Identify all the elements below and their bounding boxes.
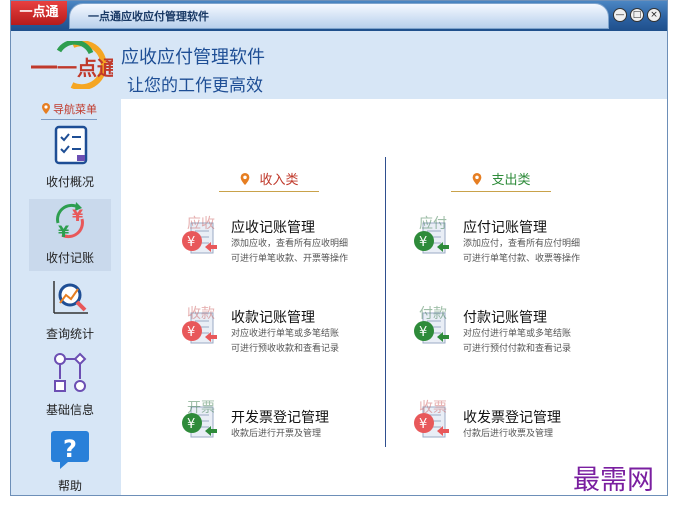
sidebar-item-label: 基础信息: [45, 403, 94, 417]
app-logo: 一点通: [31, 41, 113, 89]
window-title-tab: 一点通应收应付管理软件: [69, 3, 609, 29]
income-category-header: 收入类: [219, 169, 319, 192]
invoice-issue-title: 开发票登记管理: [231, 410, 329, 426]
svg-text:¥: ¥: [419, 417, 427, 432]
payable-watermark-text: 应付: [419, 216, 447, 232]
expense-category-header: 支出类: [451, 169, 551, 192]
sidebar-item-label: 帮助: [57, 479, 82, 493]
receivable-entry-button[interactable]: ¥ 应收 应收记账管理 添加应收，查看所有应收明细 可进行单笔收款、开票等操作: [179, 216, 389, 269]
sidebar-item-label: 收付记账: [45, 251, 94, 265]
svg-text:¥: ¥: [187, 417, 195, 432]
site-watermark: 最需网: [573, 465, 654, 496]
payable-title: 应付记账管理: [463, 220, 547, 236]
maximize-button[interactable]: □: [630, 8, 644, 22]
window-controls: — □ ×: [613, 8, 661, 22]
payment-watermark-text: 付款: [419, 306, 447, 322]
chart-magnifier-icon: [53, 281, 88, 314]
payable-entry-button[interactable]: ¥ 应付 应付记账管理 添加应付，查看所有应付明细 可进行单笔付款、收票等操作: [411, 216, 621, 269]
receivable-title: 应收记账管理: [231, 220, 315, 236]
invoice-receive-desc: 付款后进行收票及管理: [463, 429, 554, 439]
yuan-exchange-icon: ¥ ¥: [56, 202, 84, 241]
sidebar-item-label: 收付概况: [45, 175, 94, 189]
sidebar-nav: 导航菜单 收付概况 ¥ ¥ 收付记账 查询统计 基础信息 ? 帮助: [11, 99, 121, 495]
collection-entry-button[interactable]: ¥ 收款 收款记账管理 对应收进行单笔或多笔结账 可进行预收收款和查看记录: [179, 306, 389, 359]
payable-desc: 添加应付，查看所有应付明细 可进行单笔付款、收票等操作: [463, 239, 581, 264]
expense-category-label: 支出类: [491, 173, 531, 188]
sidebar-item-query[interactable]: 查询统计: [29, 275, 111, 347]
nav-menu-title: 导航菜单: [41, 101, 97, 120]
window-title: 一点通应收应付管理软件: [88, 10, 209, 23]
collection-desc: 对应收进行单笔或多笔结账 可进行预收收款和查看记录: [231, 329, 340, 354]
payment-title: 付款记账管理: [463, 310, 547, 326]
help-icon: ?: [51, 431, 89, 469]
main-content: 收入类 支出类 ¥ 应收 应收记账管理 添加应收，查看所有应收明细 可进行单笔收…: [121, 99, 667, 495]
invoice-receive-title: 收发票登记管理: [463, 410, 561, 426]
sidebar-item-overview[interactable]: 收付概况: [29, 123, 111, 195]
receivable-watermark-text: 应收: [187, 216, 215, 232]
collection-title: 收款记账管理: [231, 310, 315, 326]
invoice-receive-watermark-text: 收票: [419, 400, 447, 416]
invoice-issue-entry-button[interactable]: ¥ 开票 开发票登记管理 收款后进行开票及管理: [179, 400, 389, 453]
flowchart-icon: [54, 352, 87, 392]
logo-text: 一点通: [57, 56, 113, 80]
minimize-button[interactable]: —: [613, 8, 627, 22]
close-button[interactable]: ×: [647, 8, 661, 22]
app-window: 一点通 一点通应收应付管理软件 — □ × 一点通 应收应付管理软件 让您的工作…: [10, 0, 668, 496]
location-pin-icon: [42, 103, 50, 114]
location-pin-icon: [473, 173, 482, 185]
sidebar-item-help[interactable]: ? 帮助: [29, 427, 111, 495]
app-badge: 一点通: [11, 1, 67, 25]
checklist-icon: [54, 125, 88, 165]
title-bar[interactable]: 一点通 一点通应收应付管理软件 — □ ×: [11, 1, 667, 31]
receivable-desc: 添加应收，查看所有应收明细 可进行单笔收款、开票等操作: [231, 239, 349, 264]
svg-text:¥: ¥: [419, 235, 427, 250]
invoice-receive-entry-button[interactable]: ¥ 收票 收发票登记管理 付款后进行收票及管理: [411, 400, 621, 453]
sidebar-item-bookkeeping[interactable]: ¥ ¥ 收付记账: [29, 199, 111, 271]
payment-entry-button[interactable]: ¥ 付款 付款记账管理 对应付进行单笔或多笔结账 可进行预付付款和查看记录: [411, 306, 621, 359]
svg-text:¥: ¥: [72, 206, 83, 225]
svg-text:¥: ¥: [187, 235, 195, 250]
sidebar-item-basic-info[interactable]: 基础信息: [29, 351, 111, 423]
invoice-issue-desc: 收款后进行开票及管理: [231, 429, 322, 439]
location-pin-icon: [241, 173, 250, 185]
nav-menu-label: 导航菜单: [53, 103, 97, 116]
app-slogan: 让您的工作更高效: [127, 76, 263, 96]
svg-text:¥: ¥: [419, 325, 427, 340]
sidebar-item-label: 查询统计: [45, 327, 94, 341]
collection-watermark-text: 收款: [187, 306, 215, 322]
invoice-issue-watermark-text: 开票: [187, 400, 215, 416]
header-banner: 一点通 应收应付管理软件 让您的工作更高效: [11, 31, 667, 99]
income-category-label: 收入类: [259, 173, 299, 188]
payment-desc: 对应付进行单笔或多笔结账 可进行预付付款和查看记录: [463, 329, 572, 354]
svg-text:¥: ¥: [58, 222, 69, 241]
svg-text:?: ?: [63, 435, 77, 463]
app-title: 应收应付管理软件: [121, 47, 265, 68]
svg-text:¥: ¥: [187, 325, 195, 340]
